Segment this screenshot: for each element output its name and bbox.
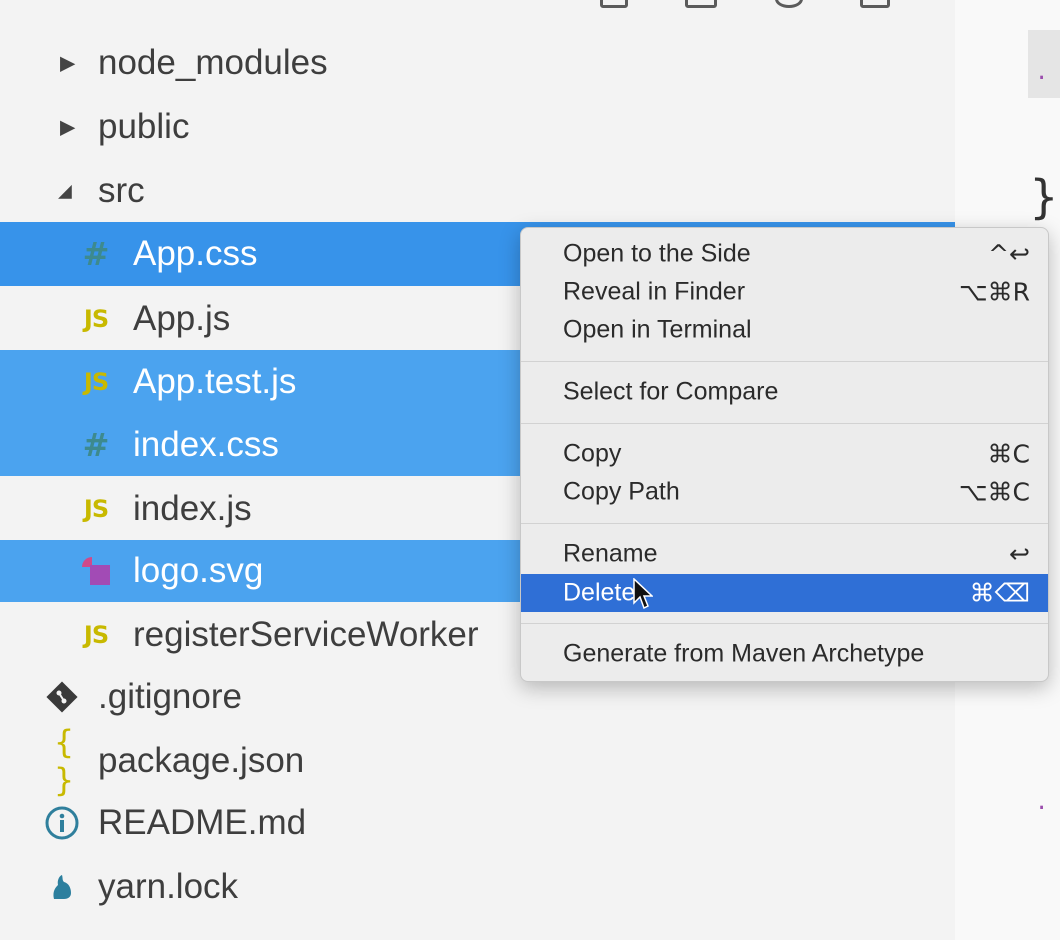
menu-item-label: Open in Terminal (563, 315, 752, 344)
svg-icon (78, 553, 114, 589)
menu-item-open-in-terminal[interactable]: Open in Terminal (521, 311, 1048, 349)
json-icon: { } (54, 723, 74, 799)
refresh-icon[interactable] (775, 0, 803, 8)
menu-separator (521, 523, 1048, 524)
mouse-pointer-icon (633, 578, 653, 610)
chevron-right-icon: ▶ (60, 116, 76, 139)
menu-item-reveal-in-finder[interactable]: Reveal in Finder ⌥⌘R (521, 273, 1048, 311)
menu-item-label: Rename (563, 539, 658, 568)
tree-item-label: public (98, 107, 190, 146)
menu-item-rename[interactable]: Rename ↩ (521, 535, 1048, 573)
menu-item-label: Delete (563, 578, 636, 607)
menu-item-shortcut: ⌘⌫ (969, 578, 1030, 608)
tree-item-label: node_modules (98, 43, 328, 82)
menu-item-delete[interactable]: Delete ⌘⌫ (521, 574, 1048, 612)
tree-item-label: README.md (98, 803, 307, 842)
menu-item-label: Open to the Side (563, 239, 751, 268)
menu-item-label: Reveal in Finder (563, 277, 746, 306)
editor-glyph: . (1035, 790, 1049, 815)
menu-item-label: Copy (563, 439, 622, 468)
tree-file-yarn-lock[interactable]: yarn.lock (0, 856, 955, 918)
tree-file-readme[interactable]: README.md (0, 792, 955, 854)
menu-separator (521, 623, 1048, 624)
tree-item-label: .gitignore (98, 677, 242, 716)
menu-item-label: Select for Compare (563, 377, 779, 406)
tree-folder-public[interactable]: ▶ public (0, 96, 955, 158)
info-icon (44, 805, 80, 841)
explorer-toolbar (560, 0, 940, 18)
js-icon: JS (83, 368, 109, 396)
tree-folder-src[interactable]: ◢ src (0, 160, 955, 222)
yarn-icon (44, 869, 80, 905)
tree-item-label: registerServiceWorker (133, 615, 479, 654)
tree-item-label: App.js (133, 299, 231, 338)
tree-item-label: index.css (133, 425, 279, 464)
menu-item-shortcut: ↩ (1009, 539, 1030, 569)
js-icon: JS (83, 305, 109, 333)
menu-item-shortcut: ⌘C (987, 439, 1030, 469)
css-icon: # (82, 426, 110, 464)
tree-item-label: src (98, 171, 145, 210)
tree-item-label: logo.svg (133, 551, 264, 590)
menu-item-copy-path[interactable]: Copy Path ⌥⌘C (521, 473, 1048, 511)
tree-folder-node-modules[interactable]: ▶ node_modules (0, 32, 955, 94)
js-icon: JS (83, 621, 109, 649)
tree-item-label: App.css (133, 234, 258, 273)
editor-glyph: } (1030, 170, 1058, 224)
js-icon: JS (83, 495, 109, 523)
menu-item-label: Generate from Maven Archetype (563, 639, 925, 668)
context-menu: Open to the Side ^↩ Reveal in Finder ⌥⌘R… (520, 227, 1049, 682)
menu-item-generate-maven[interactable]: Generate from Maven Archetype (521, 635, 1048, 673)
collapse-all-icon[interactable] (860, 0, 890, 8)
menu-separator (521, 423, 1048, 424)
menu-item-shortcut: ⌥⌘R (958, 277, 1030, 307)
menu-item-shortcut: ^↩ (988, 239, 1030, 269)
tree-item-label: index.js (133, 489, 252, 528)
tree-file-package-json[interactable]: { } package.json (0, 723, 955, 799)
chevron-right-icon: ▶ (60, 52, 76, 75)
menu-item-shortcut: ⌥⌘C (958, 477, 1030, 507)
tree-item-label: yarn.lock (98, 867, 239, 906)
css-icon: # (82, 235, 110, 273)
new-file-icon[interactable] (600, 0, 628, 8)
new-folder-icon[interactable] (685, 0, 717, 8)
menu-separator (521, 361, 1048, 362)
menu-item-select-for-compare[interactable]: Select for Compare (521, 373, 1048, 411)
menu-item-open-to-side[interactable]: Open to the Side ^↩ (521, 235, 1048, 273)
editor-glyph: . (1035, 60, 1049, 85)
menu-item-label: Copy Path (563, 477, 680, 506)
tree-item-label: package.json (98, 741, 305, 780)
git-icon (44, 679, 80, 715)
chevron-down-icon: ◢ (58, 180, 72, 201)
tree-item-label: App.test.js (133, 362, 297, 401)
menu-item-copy[interactable]: Copy ⌘C (521, 435, 1048, 473)
